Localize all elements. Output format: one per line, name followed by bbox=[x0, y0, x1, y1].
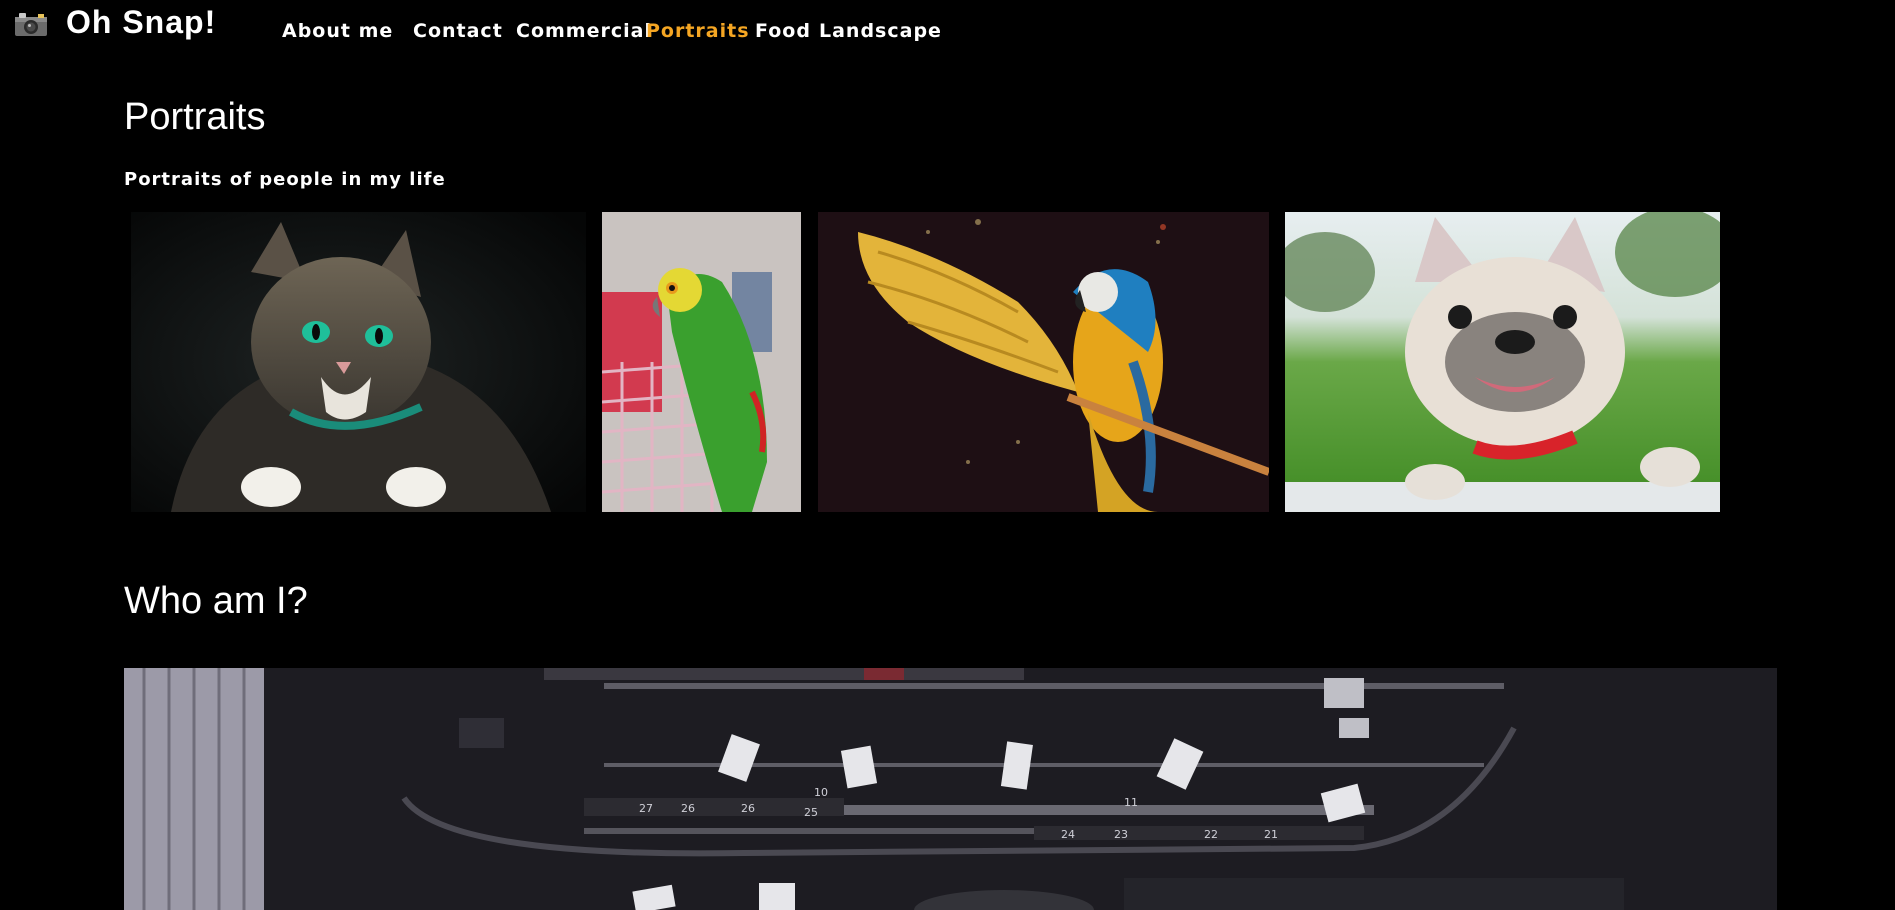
site-title[interactable]: Oh Snap! bbox=[66, 4, 216, 41]
hero-number: 24 bbox=[1061, 828, 1075, 841]
nav-link-portraits[interactable]: Portraits bbox=[646, 20, 750, 42]
photo-french-bulldog[interactable] bbox=[1285, 212, 1720, 512]
camera-icon[interactable] bbox=[14, 11, 48, 37]
hero-stage-lights-image: 27 26 26 25 10 11 24 23 22 21 bbox=[124, 668, 1777, 910]
hero-number: 11 bbox=[1124, 796, 1138, 809]
nav-link-landscape[interactable]: Landscape bbox=[819, 20, 942, 42]
hero-number: 22 bbox=[1204, 828, 1218, 841]
nav-link-about-me[interactable]: About me bbox=[282, 20, 393, 42]
hero-number: 27 bbox=[639, 802, 653, 815]
photo-green-parrot[interactable] bbox=[602, 212, 801, 512]
hero-number: 23 bbox=[1114, 828, 1128, 841]
hero-number: 21 bbox=[1264, 828, 1278, 841]
nav-link-commercial[interactable]: Commercial bbox=[516, 20, 652, 42]
photo-macaw[interactable] bbox=[818, 212, 1269, 512]
hero-number: 25 bbox=[804, 806, 818, 819]
hero-number: 10 bbox=[814, 786, 828, 799]
nav-link-food[interactable]: Food bbox=[755, 20, 811, 42]
top-navigation-bar: Oh Snap! About me Contact Commercial Por… bbox=[0, 0, 1895, 70]
portraits-subtitle: Portraits of people in my life bbox=[124, 169, 446, 190]
photo-cat[interactable] bbox=[131, 212, 586, 512]
about-heading: Who am I? bbox=[124, 580, 308, 622]
nav-link-contact[interactable]: Contact bbox=[413, 20, 503, 42]
hero-number: 26 bbox=[681, 802, 695, 815]
hero-number: 26 bbox=[741, 802, 755, 815]
portraits-heading: Portraits bbox=[124, 96, 266, 138]
